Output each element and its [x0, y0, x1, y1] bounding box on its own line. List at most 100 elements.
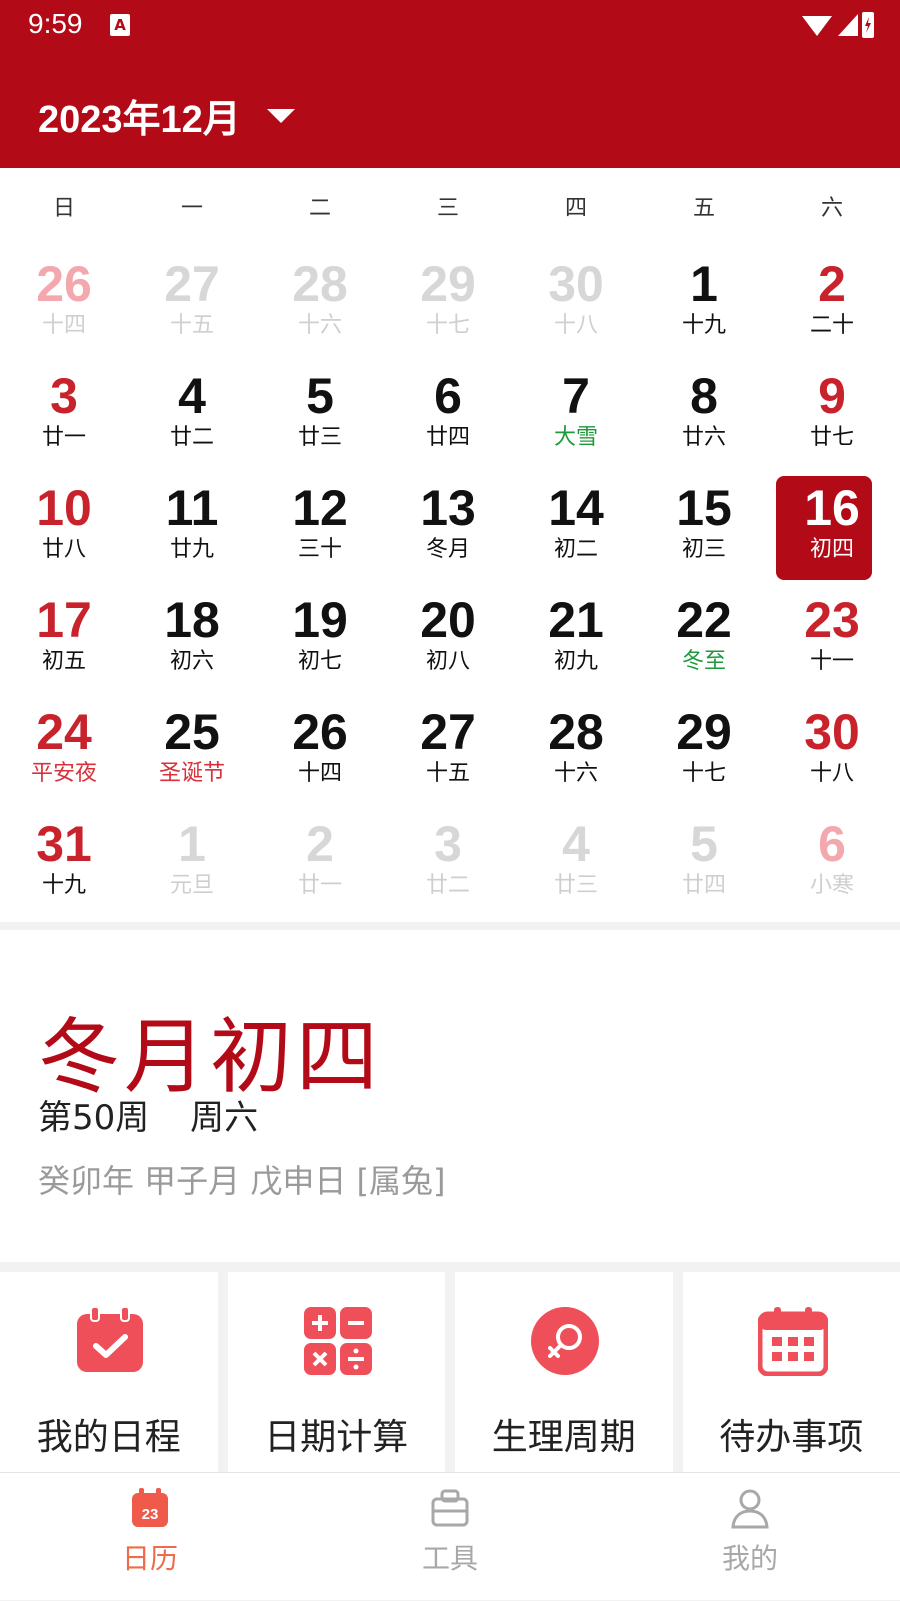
day-cell[interactable]: 4廿二: [128, 360, 256, 472]
day-cell[interactable]: 23十一: [768, 584, 896, 696]
day-number: 16: [768, 480, 896, 536]
status-icons: [756, 10, 876, 40]
lunar-label: 十七: [640, 760, 768, 788]
tool-my-schedule[interactable]: 我的日程: [0, 1272, 218, 1472]
lunar-label: 初四: [768, 536, 896, 564]
day-number: 28: [512, 704, 640, 760]
day-cell[interactable]: 8廿六: [640, 360, 768, 472]
day-number: 19: [256, 592, 384, 648]
day-cell[interactable]: 29十七: [640, 696, 768, 808]
day-cell[interactable]: 11廿九: [128, 472, 256, 584]
weekday-sat: 六: [768, 190, 896, 230]
day-cell[interactable]: 15初三: [640, 472, 768, 584]
day-cell[interactable]: 28十六: [512, 696, 640, 808]
day-number: 2: [768, 256, 896, 312]
day-cell[interactable]: 2廿一: [256, 808, 384, 920]
day-cell[interactable]: 22冬至: [640, 584, 768, 696]
day-cell[interactable]: 5廿四: [640, 808, 768, 920]
week-row: 24平安夜25圣诞节26十四27十五28十六29十七30十八: [0, 696, 900, 808]
month-selector[interactable]: 2023年12月: [38, 88, 295, 143]
day-number: 4: [128, 368, 256, 424]
day-cell[interactable]: 27十五: [128, 248, 256, 360]
day-cell[interactable]: 2二十: [768, 248, 896, 360]
day-cell[interactable]: 29十七: [384, 248, 512, 360]
day-cell[interactable]: 14初二: [512, 472, 640, 584]
day-number: 30: [512, 256, 640, 312]
lunar-label: 十一: [768, 648, 896, 676]
tab-tools[interactable]: 工具: [300, 1473, 600, 1601]
day-number: 22: [640, 592, 768, 648]
day-cell[interactable]: 7大雪: [512, 360, 640, 472]
ganzhi-text: 癸卯年 甲子月 戊申日 [属兔]: [38, 1156, 446, 1202]
tool-date-calc[interactable]: 日期计算: [228, 1272, 446, 1472]
day-number: 27: [384, 704, 512, 760]
week-row: 3廿一4廿二5廿三6廿四7大雪8廿六9廿七: [0, 360, 900, 472]
weekday-sun: 日: [0, 190, 128, 230]
day-cell[interactable]: 3廿二: [384, 808, 512, 920]
day-cell[interactable]: 20初八: [384, 584, 512, 696]
lunar-label: 初六: [128, 648, 256, 676]
day-cell[interactable]: 6廿四: [384, 360, 512, 472]
month-title: 2023年12月: [38, 88, 241, 143]
lunar-label: 冬至: [640, 648, 768, 676]
lunar-label: 十五: [384, 760, 512, 788]
bottom-tab-bar: 23 日历 工具 我的: [0, 1472, 900, 1600]
day-number: 15: [640, 480, 768, 536]
lunar-label: 二十: [768, 312, 896, 340]
day-cell[interactable]: 10廿八: [0, 472, 128, 584]
svg-text:23: 23: [142, 1506, 159, 1523]
lunar-label: 十五: [128, 312, 256, 340]
day-cell[interactable]: 4廿三: [512, 808, 640, 920]
day-number: 3: [0, 368, 128, 424]
weekday-thu: 四: [512, 190, 640, 230]
day-cell[interactable]: 17初五: [0, 584, 128, 696]
tool-cycle[interactable]: 生理周期: [455, 1272, 673, 1472]
day-cell[interactable]: 3廿一: [0, 360, 128, 472]
day-cell[interactable]: 28十六: [256, 248, 384, 360]
tab-mine[interactable]: 我的: [600, 1473, 900, 1601]
weekday-label: 周六: [190, 1098, 258, 1138]
week-info: 第50周 周六: [38, 1090, 258, 1139]
tool-label: 日期计算: [228, 1408, 446, 1460]
day-cell[interactable]: 30十八: [512, 248, 640, 360]
day-cell[interactable]: 13冬月: [384, 472, 512, 584]
day-cell[interactable]: 1十九: [640, 248, 768, 360]
day-number: 8: [640, 368, 768, 424]
tool-todo[interactable]: 待办事项: [683, 1272, 900, 1472]
day-number: 9: [768, 368, 896, 424]
day-cell[interactable]: 12三十: [256, 472, 384, 584]
day-number: 29: [384, 256, 512, 312]
tab-label: 工具: [300, 1537, 600, 1577]
day-cell[interactable]: 26十四: [256, 696, 384, 808]
lunar-label: 冬月: [384, 536, 512, 564]
lunar-label: 初二: [512, 536, 640, 564]
day-number: 12: [256, 480, 384, 536]
lunar-label: 十八: [512, 312, 640, 340]
lunar-label: 初九: [512, 648, 640, 676]
lunar-label: 十六: [512, 760, 640, 788]
day-cell[interactable]: 27十五: [384, 696, 512, 808]
day-cell[interactable]: 30十八: [768, 696, 896, 808]
day-cell[interactable]: 1元旦: [128, 808, 256, 920]
day-cell-selected[interactable]: 16初四: [768, 472, 896, 584]
chevron-down-icon: [267, 109, 295, 123]
lunar-label: 廿九: [128, 536, 256, 564]
day-number: 1: [128, 816, 256, 872]
day-cell[interactable]: 31十九: [0, 808, 128, 920]
day-cell[interactable]: 21初九: [512, 584, 640, 696]
day-number: 29: [640, 704, 768, 760]
day-grid: 26十四27十五28十六29十七30十八1十九2二十3廿一4廿二5廿三6廿四7大…: [0, 248, 900, 920]
tab-calendar[interactable]: 23 日历: [0, 1473, 300, 1601]
day-cell[interactable]: 6小寒: [768, 808, 896, 920]
day-cell[interactable]: 9廿七: [768, 360, 896, 472]
lunar-label: 廿七: [768, 424, 896, 452]
day-cell[interactable]: 18初六: [128, 584, 256, 696]
day-number: 1: [640, 256, 768, 312]
weekday-header: 日 一 二 三 四 五 六: [0, 190, 900, 230]
day-cell[interactable]: 19初七: [256, 584, 384, 696]
day-cell[interactable]: 26十四: [0, 248, 128, 360]
day-cell[interactable]: 5廿三: [256, 360, 384, 472]
day-cell[interactable]: 25圣诞节: [128, 696, 256, 808]
day-number: 5: [256, 368, 384, 424]
day-cell[interactable]: 24平安夜: [0, 696, 128, 808]
